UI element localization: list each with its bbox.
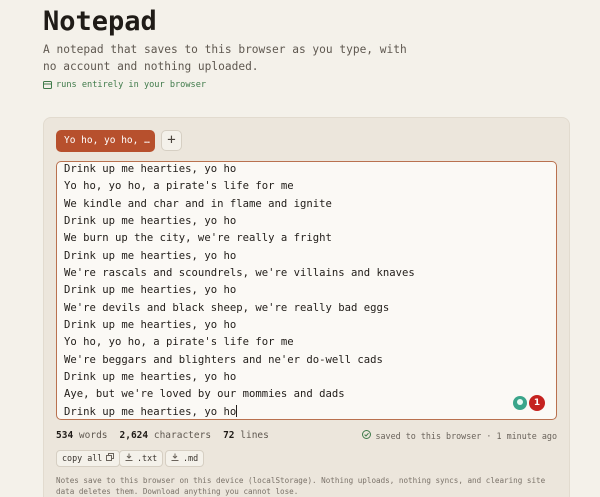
download-md-button[interactable]: .md (165, 450, 205, 467)
line-count: 72 lines (223, 430, 269, 441)
editor-line: Drink up me hearties, yo ho (64, 284, 237, 297)
download-icon (171, 451, 179, 466)
editor-line: Drink up me hearties, yo ho (64, 249, 237, 262)
download-icon (125, 451, 133, 466)
save-status: saved to this browser · 1 minute ago (362, 430, 557, 441)
editor-line: Drink up me hearties, yo ho (64, 319, 237, 332)
extension-count-badge[interactable]: 1 (529, 395, 545, 411)
save-status-label: saved to this browser · 1 minute ago (375, 430, 557, 441)
note-stats: 534 words 2,624 characters 72 lines (56, 430, 269, 441)
copy-icon (106, 451, 115, 466)
offline-badge: runs entirely in your browser (43, 80, 206, 90)
note-tab-active[interactable]: Yo ho, yo ho, … (56, 130, 155, 152)
editor-line: Yo ho, yo ho, a pirate's life for me (64, 180, 294, 193)
text-caret (236, 404, 238, 417)
add-note-button[interactable]: + (161, 130, 182, 151)
editor-line: Yo ho, yo ho, a pirate's life for me (64, 336, 294, 349)
editor-line: Drink up me hearties, yo ho (64, 404, 238, 418)
character-count: 2,624 characters (119, 430, 212, 441)
storage-notice: Notes save to this browser on this devic… (56, 476, 546, 496)
editor-line: We're rascals and scoundrels, we're vill… (64, 267, 415, 280)
plus-icon: + (167, 132, 176, 148)
download-txt-button[interactable]: .txt (119, 450, 164, 467)
offline-badge-label: runs entirely in your browser (56, 80, 207, 90)
editor-line: Aye, but we're loved by our mommies and … (64, 388, 345, 401)
extension-icon[interactable] (513, 396, 527, 410)
editor-line: Drink up me hearties, yo ho (64, 163, 237, 175)
editor-line: We're beggars and blighters and ne'er do… (64, 353, 383, 366)
page-title: Notepad (43, 6, 157, 37)
editor-line: We kindle and char and in flame and igni… (64, 197, 332, 210)
card-icon (43, 81, 52, 89)
copy-all-button[interactable]: copy all (56, 450, 121, 467)
note-editor[interactable]: Drink up me hearties, yo ho Yo ho, yo ho,… (56, 161, 557, 420)
editor-line: We're devils and black sheep, we're real… (64, 301, 390, 314)
page-subtitle: A notepad that saves to this browser as … (43, 43, 407, 73)
editor-line: Drink up me hearties, yo ho (64, 371, 237, 384)
word-count: 534 words (56, 430, 108, 441)
editor-line: Drink up me hearties, yo ho (64, 215, 237, 228)
editor-line: We burn up the city, we're really a frig… (64, 232, 332, 245)
note-text[interactable]: Drink up me hearties, yo ho Yo ho, yo ho,… (64, 162, 526, 419)
check-circle-icon (362, 430, 372, 441)
